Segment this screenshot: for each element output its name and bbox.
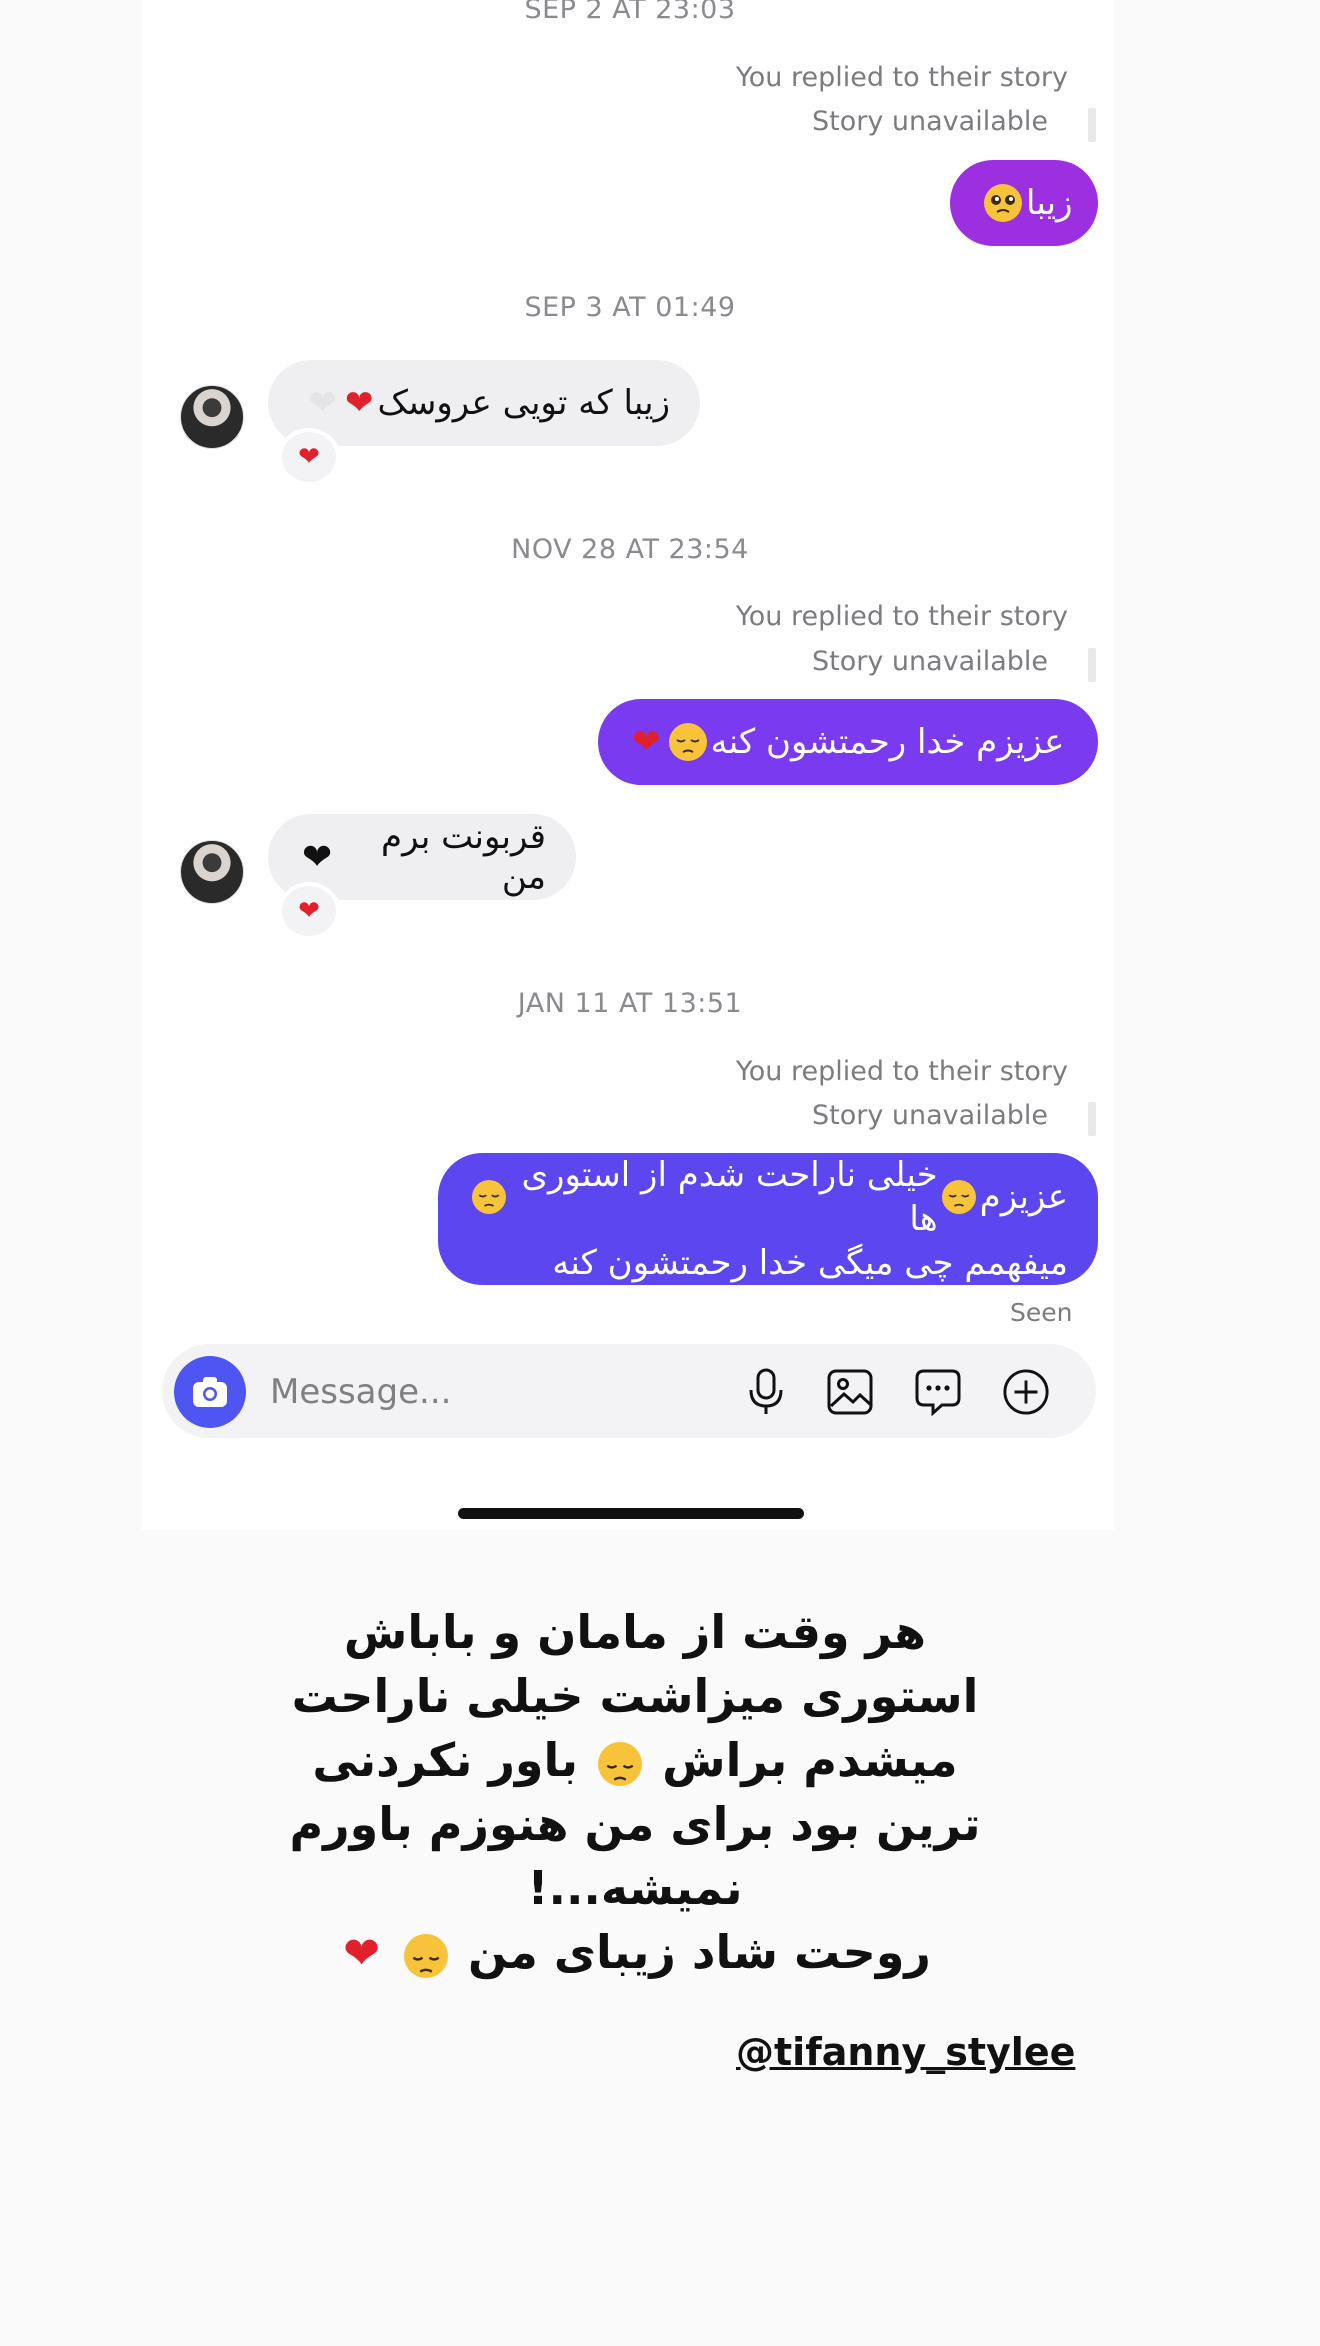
- pensive-face-icon: [472, 1179, 506, 1214]
- microphone-button[interactable]: [742, 1368, 790, 1416]
- plus-button[interactable]: [1002, 1368, 1050, 1416]
- date-separator: SEP 3 AT 01:49: [524, 292, 736, 323]
- pensive-face-icon: [941, 1179, 976, 1214]
- message-text: خیلی ناراحت شدم از استوری ها: [521, 1154, 938, 1239]
- pleading-face-icon: [984, 184, 1022, 222]
- story-reply-note: You replied to their story: [735, 62, 1068, 93]
- story-unavailable-label[interactable]: Story unavailable: [812, 1100, 1070, 1131]
- message-text: عزیزم خدا رحمتشون کنه: [710, 721, 1065, 762]
- story-unavailable-label[interactable]: Story unavailable: [812, 106, 1070, 137]
- story-reply-bar: [1088, 648, 1096, 682]
- outgoing-message[interactable]: عزیزم خدا رحمتشون کنه ❤: [598, 699, 1098, 785]
- home-indicator: [458, 1508, 804, 1519]
- caption-line: هر وقت از مامان و باباش: [343, 1605, 927, 1659]
- caption-line: استوری میزاشت خیلی ناراحت: [291, 1669, 979, 1723]
- camera-icon: [193, 1377, 227, 1407]
- microphone-icon: [749, 1368, 783, 1414]
- contact-avatar[interactable]: [180, 385, 244, 449]
- incoming-message[interactable]: زیبا که تویی عروسک ❤ ❤: [268, 360, 700, 446]
- message-text: زیبا که تویی عروسک: [377, 383, 670, 423]
- story-reply-note: You replied to their story: [735, 1056, 1068, 1087]
- story-reply-bar: [1088, 1102, 1096, 1136]
- broken-heart-icon: ❤: [632, 721, 661, 762]
- caption-segment: باور نکردنی: [312, 1733, 579, 1787]
- caption-line: نمیشه...!: [527, 1861, 743, 1915]
- outgoing-message[interactable]: عزیزم خیلی ناراحت شدم از استوری ها میفهم…: [438, 1153, 1098, 1285]
- pensive-face-icon: [598, 1741, 643, 1786]
- camera-button[interactable]: [174, 1356, 246, 1428]
- pensive-face-icon: [403, 1933, 448, 1978]
- gallery-icon: [827, 1369, 873, 1415]
- gallery-button[interactable]: [826, 1368, 874, 1416]
- white-heart-icon: ❤: [308, 383, 337, 423]
- outgoing-message[interactable]: زیبا: [950, 160, 1098, 246]
- heart-reaction-icon[interactable]: ❤: [278, 882, 340, 940]
- message-composer: [162, 1344, 1096, 1438]
- seen-status: Seen: [1010, 1298, 1073, 1327]
- sticker-button[interactable]: [914, 1368, 962, 1416]
- caption-segment: میشدم براش: [662, 1733, 958, 1787]
- author-handle[interactable]: @tifanny_stylee: [736, 2030, 1075, 2074]
- caption-line-with-emoji: روحت شاد زیبای من ❤: [250, 1920, 1020, 1986]
- message-text: قربونت برم من: [381, 817, 546, 897]
- message-input[interactable]: [268, 1368, 692, 1416]
- broken-heart-icon: ❤: [343, 1928, 380, 1979]
- story-reply-note: You replied to their story: [735, 601, 1068, 632]
- story-unavailable-label[interactable]: Story unavailable: [812, 646, 1070, 677]
- heart-reaction-icon[interactable]: ❤: [278, 428, 340, 486]
- story-reply-bar: [1088, 108, 1096, 142]
- caption-text: هر وقت از مامان و باباش استوری میزاشت خی…: [250, 1600, 1020, 1986]
- date-separator: SEP 2 AT 23:03: [524, 0, 736, 25]
- message-text: میفهمم چی میگی خدا رحمتشون کنه: [552, 1243, 1068, 1284]
- message-text: عزیزم: [979, 1176, 1068, 1217]
- message-text: زیبا: [1026, 182, 1073, 223]
- anatomical-heart-icon: ❤: [344, 383, 374, 423]
- contact-avatar[interactable]: [180, 840, 244, 904]
- caption-line: ترین بود برای من هنوزم باورم: [289, 1797, 981, 1851]
- black-heart-icon: ❤: [302, 836, 333, 878]
- caption-segment: روحت شاد زیبای من: [467, 1925, 931, 1979]
- plus-icon: [1003, 1369, 1049, 1415]
- sticker-icon: [915, 1369, 961, 1416]
- date-separator: JAN 11 AT 13:51: [517, 988, 743, 1019]
- pensive-face-icon: [668, 723, 707, 761]
- date-separator: NOV 28 AT 23:54: [511, 534, 749, 565]
- caption-line-with-emoji: میشدم براش باور نکردنی: [250, 1728, 1020, 1792]
